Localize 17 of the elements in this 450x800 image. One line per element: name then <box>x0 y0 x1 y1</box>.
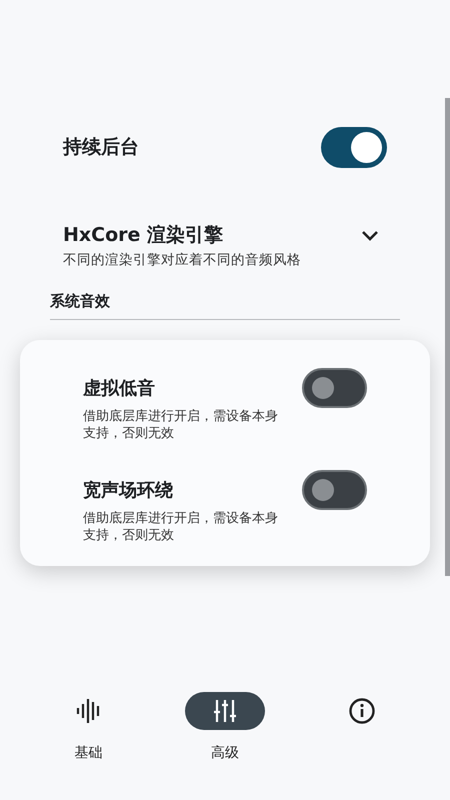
toggle-switch[interactable] <box>302 470 367 510</box>
toggle-switch[interactable] <box>302 368 367 408</box>
setting-title: 虚拟低音 <box>83 377 156 400</box>
setting-description: 借助底层库进行开启，需设备本身支持，否则无效 <box>83 408 279 442</box>
setting-title: 宽声场环绕 <box>83 479 174 502</box>
setting-title: HxCore 渲染引擎 <box>63 223 224 248</box>
nav-label: 高级 <box>210 744 239 762</box>
nav-tab[interactable] <box>184 692 265 730</box>
toggle-switch[interactable] <box>321 126 387 168</box>
scrollbar[interactable] <box>445 98 450 576</box>
nav-label: 基础 <box>74 744 102 762</box>
setting-description: 借助底层库进行开启，需设备本身支持，否则无效 <box>83 510 279 544</box>
setting-title: 持续后台 <box>63 135 139 160</box>
chevron-down-icon[interactable] <box>361 230 379 242</box>
setting-description: 不同的渲染引擎对应着不同的音频风格 <box>63 252 302 269</box>
section-title: 系统音效 <box>50 292 110 310</box>
info-icon <box>348 697 376 725</box>
